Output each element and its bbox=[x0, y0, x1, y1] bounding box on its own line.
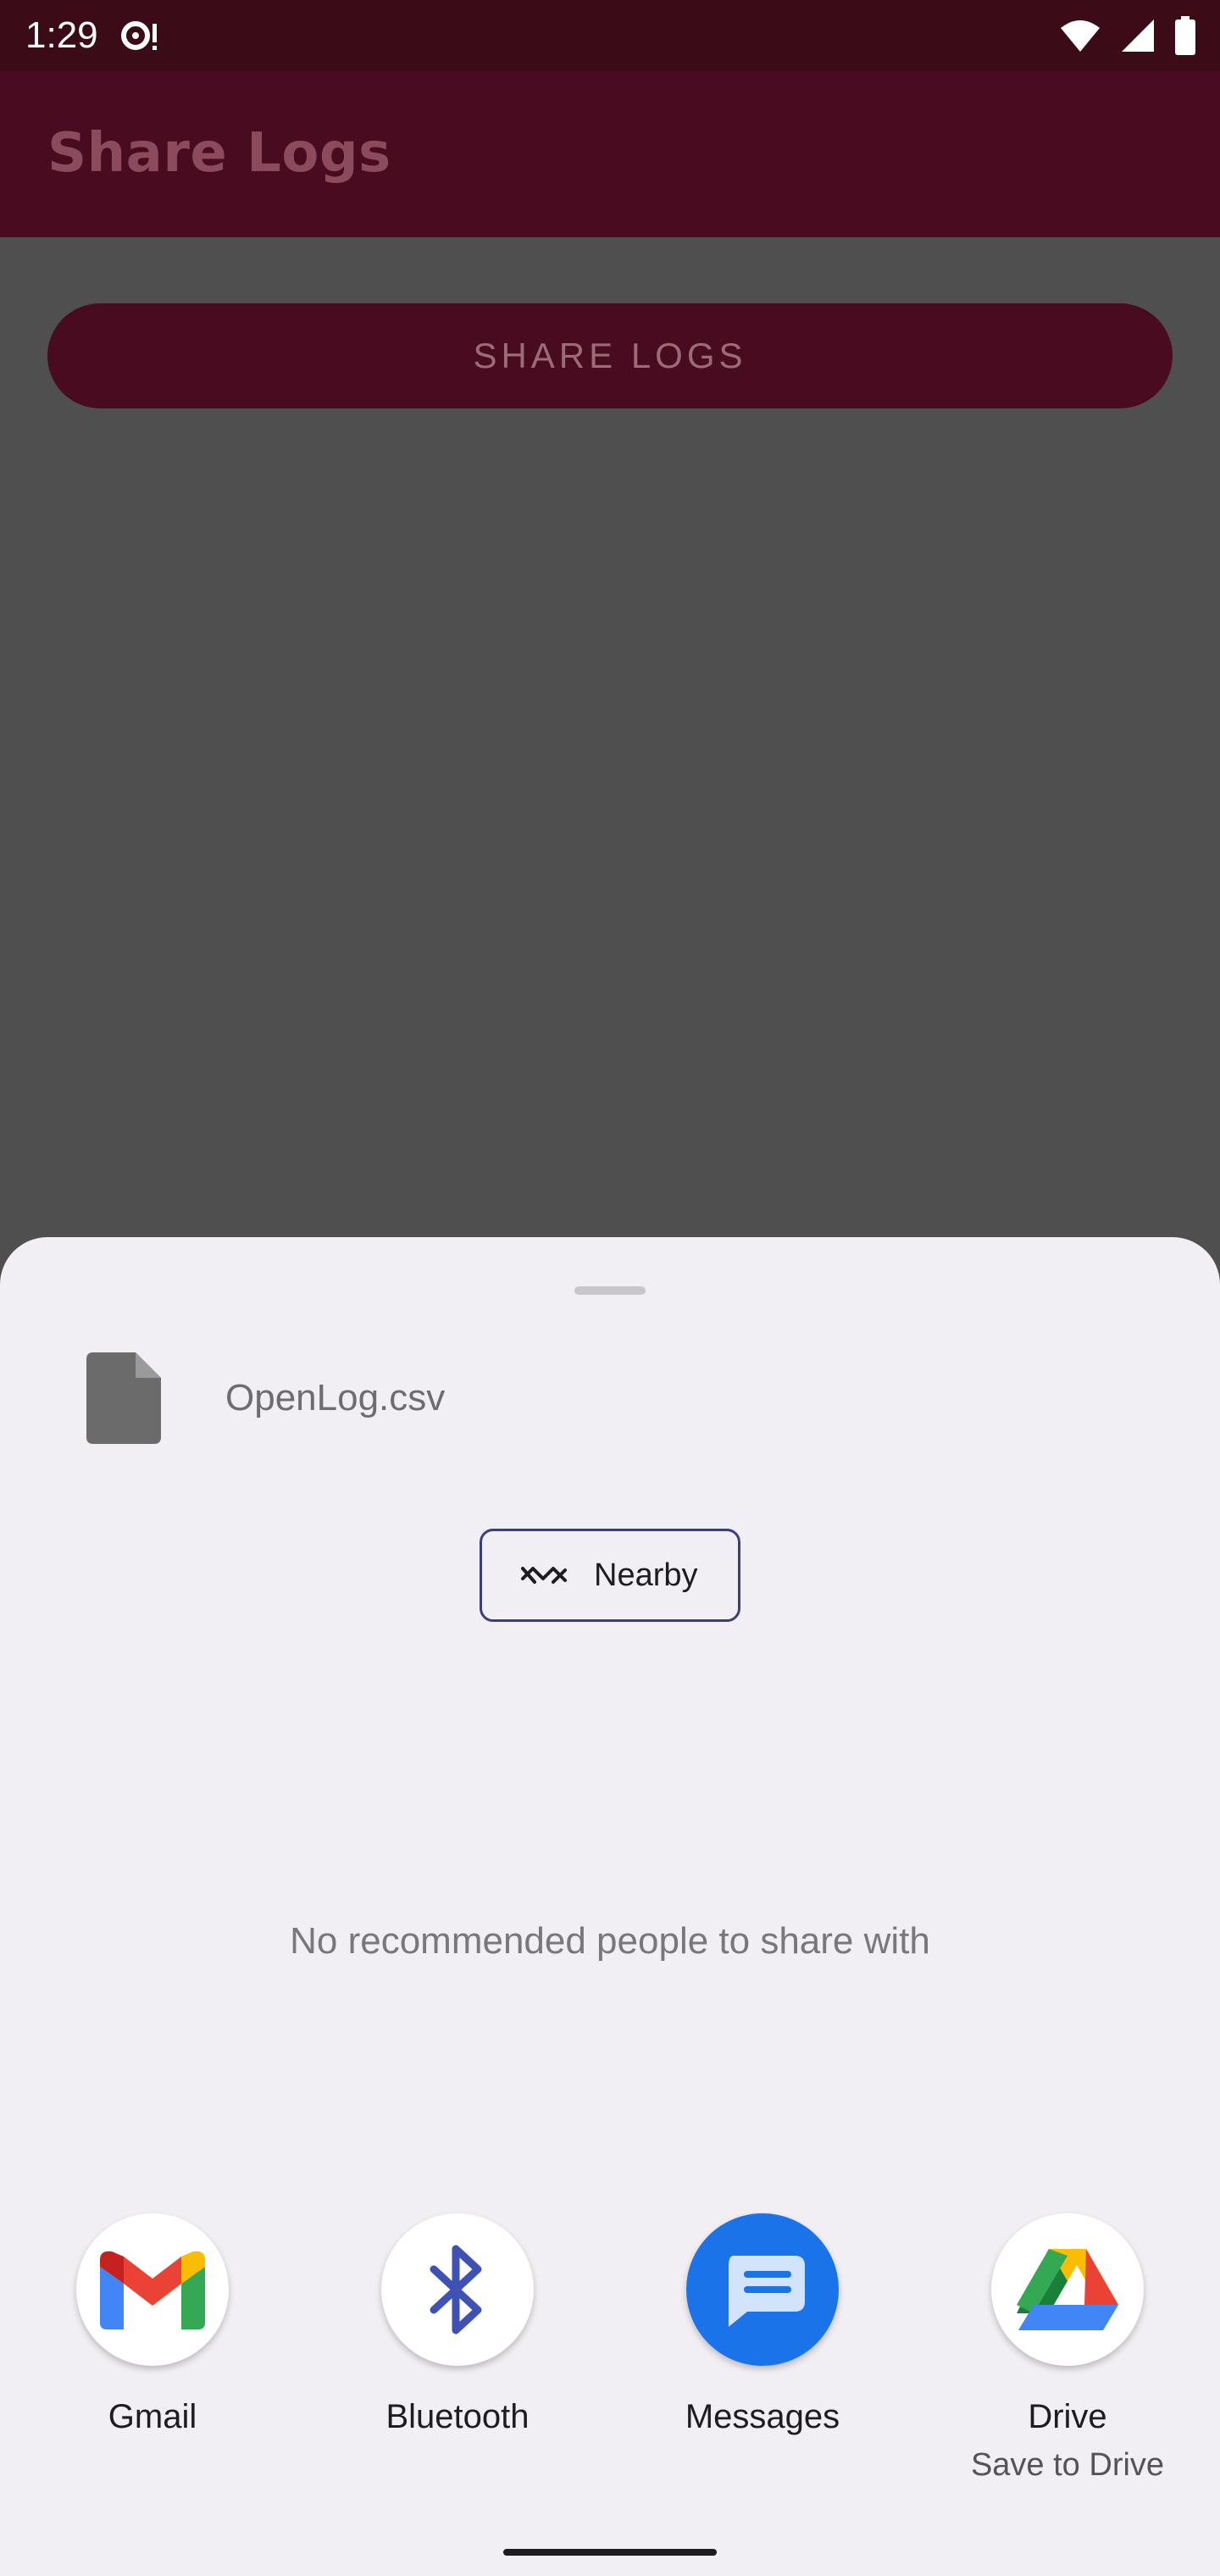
share-target-label: Messages bbox=[685, 2398, 840, 2435]
navigation-handle[interactable] bbox=[503, 2549, 717, 2556]
share-target-label: Gmail bbox=[108, 2398, 197, 2435]
share-target-label: Bluetooth bbox=[385, 2398, 530, 2435]
messages-icon bbox=[686, 2213, 839, 2366]
nearby-share-icon bbox=[521, 1567, 567, 1584]
status-icons bbox=[1059, 15, 1196, 56]
file-icon bbox=[86, 1352, 161, 1444]
nearby-label: Nearby bbox=[594, 1557, 698, 1593]
wifi-icon bbox=[1061, 20, 1100, 52]
share-target-sublabel: Save to Drive bbox=[970, 2447, 1165, 2483]
drive-icon bbox=[991, 2213, 1144, 2366]
nearby-share-button[interactable]: Nearby bbox=[480, 1529, 740, 1622]
share-logs-button[interactable]: SHARE LOGS bbox=[47, 303, 1173, 408]
file-name: OpenLog.csv bbox=[225, 1377, 446, 1418]
page-title: Share Logs bbox=[47, 122, 391, 185]
share-targets: Gmail Bluetooth Messages Drive Save to D… bbox=[0, 2213, 1220, 2501]
status-time: 1:29 bbox=[25, 14, 98, 56]
battery-icon bbox=[1175, 16, 1195, 55]
share-target-label: Drive bbox=[1028, 2398, 1107, 2435]
app-bar: Share Logs bbox=[0, 71, 1220, 237]
no-recommendations-message: No recommended people to share with bbox=[290, 1920, 930, 1962]
media-sync-icon bbox=[121, 21, 157, 50]
signal-icon bbox=[1122, 19, 1154, 52]
sheet-drag-handle[interactable] bbox=[574, 1286, 646, 1295]
gmail-icon bbox=[76, 2213, 229, 2366]
status-bar: 1:29 bbox=[0, 0, 1220, 71]
bluetooth-icon bbox=[381, 2213, 534, 2366]
